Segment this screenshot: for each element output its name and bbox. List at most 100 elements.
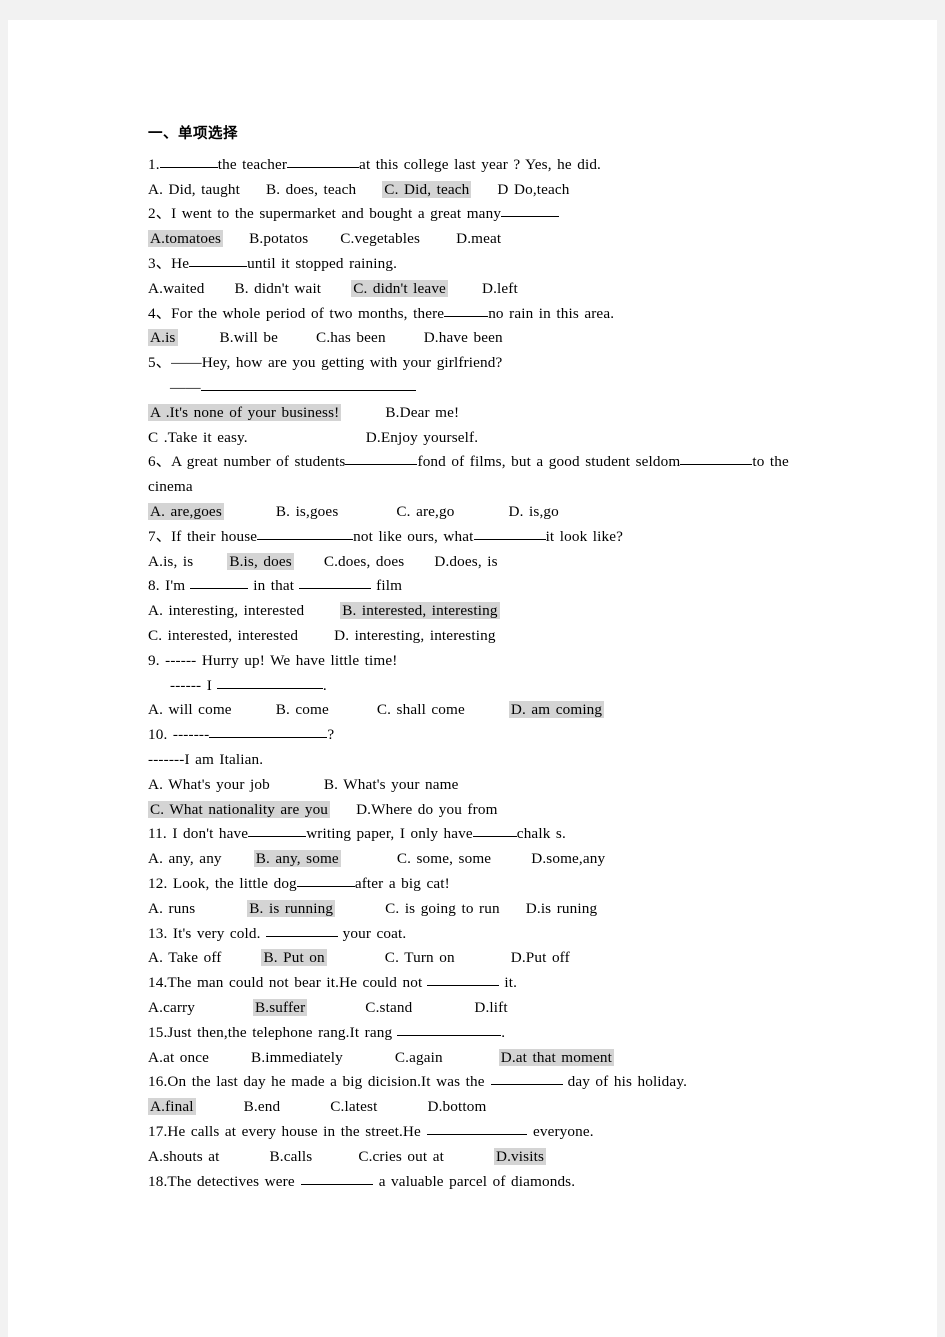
q12-option-d[interactable]: D.is runing (526, 900, 598, 917)
q5-blank-1 (200, 390, 416, 392)
q8-option-b[interactable]: B. interested, interesting (340, 602, 500, 620)
q12-option-a[interactable]: A. runs (148, 900, 195, 917)
q9-option-a[interactable]: A. will come (148, 701, 232, 718)
q9-option-b[interactable]: B. come (276, 701, 329, 718)
q9-reply-after: . (322, 676, 327, 694)
q13-option-a[interactable]: A. Take off (148, 949, 221, 966)
section-heading: 一、单项选择 (148, 126, 238, 142)
q6-option-a[interactable]: A. are,goes (148, 503, 224, 520)
q17-option-d[interactable]: D.visits (493, 1147, 547, 1165)
q4-option-b[interactable]: B.will be (220, 329, 279, 346)
question-8-options-row2: C. interested, interested D. interesting,… (148, 624, 848, 649)
q11-option-d[interactable]: D.some,any (531, 850, 605, 867)
q13-option-d[interactable]: D.Put off (511, 949, 570, 966)
question-6-options: A. are,goes B. is,goes C. are,go D. is,go (148, 500, 848, 525)
q2-option-a[interactable]: A.tomatoes (148, 230, 224, 248)
q2-option-d[interactable]: D.meat (456, 230, 501, 247)
q12-option-b[interactable]: B. is running (247, 899, 336, 917)
q8-stem-mid: in that (253, 577, 295, 595)
q10-option-b[interactable]: B. What's your name (324, 776, 459, 793)
q8-option-d[interactable]: D. interesting, interesting (334, 627, 495, 644)
q9-option-d[interactable]: D. am coming (508, 701, 605, 719)
q5-option-a[interactable]: A .It's none of your business! (148, 403, 342, 421)
question-5-options-row1: A .It's none of your business! B.Dear me! (148, 401, 848, 426)
q8-stem-before: 8. I'm (148, 577, 186, 595)
q10-option-c[interactable]: C. What nationality are you (148, 800, 331, 818)
question-5-options-row2: C .Take it easy. D.Enjoy yourself. (148, 426, 848, 451)
q3-option-a[interactable]: A.waited (148, 280, 204, 297)
question-1-options: A. Did, taught B. does, teach C. Did, teac… (148, 178, 848, 203)
q12-option-c[interactable]: C. is going to run (385, 900, 500, 917)
q16-option-d[interactable]: D.bottom (427, 1098, 486, 1115)
question-6-stem-wrap: cinema (148, 475, 848, 500)
q11-option-c[interactable]: C. some, some (397, 850, 491, 867)
q15-option-a[interactable]: A.at once (148, 1049, 209, 1066)
q18-blank-1 (300, 1183, 373, 1185)
question-2-stem: 2、I went to the supermarket and bought a… (148, 202, 848, 227)
q4-option-c[interactable]: C.has been (316, 329, 386, 346)
q14-option-c[interactable]: C.stand (365, 999, 412, 1016)
q8-option-c[interactable]: C. interested, interested (148, 627, 298, 644)
q10-reply-text: -------I am Italian. (148, 750, 264, 768)
q1-option-d[interactable]: D Do,teach (497, 181, 569, 198)
q9-option-c[interactable]: C. shall come (377, 701, 465, 718)
q11-option-b[interactable]: B. any, some (253, 850, 341, 868)
q7-option-a[interactable]: A.is, is (148, 553, 193, 570)
q2-option-b[interactable]: B.potatos (249, 230, 308, 247)
q11-blank-1 (248, 836, 307, 838)
q5-option-d[interactable]: D.Enjoy yourself. (366, 429, 478, 446)
question-3-options: A.waited B. didn't wait C. didn't leave D.l… (148, 277, 848, 302)
q4-option-d[interactable]: D.have been (424, 329, 503, 346)
q16-option-a[interactable]: A.final (148, 1098, 196, 1116)
q6-option-c[interactable]: C. are,go (396, 503, 454, 520)
q1-stem-mid: the teacher (217, 155, 288, 173)
q3-option-c[interactable]: C. didn't leave (351, 279, 448, 297)
q17-option-c[interactable]: C.cries out at (358, 1148, 444, 1165)
q7-option-b[interactable]: B.is, does (227, 552, 294, 570)
q13-option-b[interactable]: B. Put on (261, 949, 327, 967)
q1-option-c[interactable]: C. Did, teach (382, 180, 472, 198)
question-15-stem: 15.Just then,the telephone rang.It rang. (148, 1021, 848, 1046)
q16-option-b[interactable]: B.end (244, 1098, 281, 1115)
q1-option-a[interactable]: A. Did, taught (148, 181, 240, 198)
q15-option-c[interactable]: C.again (395, 1049, 443, 1066)
q15-stem-after: . (501, 1023, 506, 1041)
q6-option-d[interactable]: D. is,go (509, 503, 559, 520)
q3-stem-after: until it stopped raining. (247, 255, 398, 273)
q3-option-b[interactable]: B. didn't wait (234, 280, 321, 297)
q17-option-a[interactable]: A.shouts at (148, 1148, 220, 1165)
q18-stem-after: a valuable parcel of diamonds. (378, 1172, 576, 1190)
question-14-stem: 14.The man could not bear it.He could no… (148, 971, 848, 996)
q11-stem-before: 11. I don't have (148, 825, 249, 843)
question-17-stem: 17.He calls at every house in the street… (148, 1120, 848, 1145)
q5-option-c[interactable]: C .Take it easy. (148, 429, 248, 446)
q14-stem-after: it. (504, 974, 518, 992)
question-13-stem: 13. It's very cold. your coat. (148, 922, 848, 947)
q7-option-c[interactable]: C.does, does (324, 553, 405, 570)
q2-option-c[interactable]: C.vegetables (340, 230, 420, 247)
page-sheet: 一、单项选择 1. the teacher at this college last… (8, 20, 937, 1337)
q16-option-c[interactable]: C.latest (330, 1098, 377, 1115)
q5-stem: 5、——Hey, how are you getting with your g… (148, 354, 503, 372)
q13-stem-before: 13. It's very cold. (148, 924, 261, 942)
question-16-options: A.final B.end C.latest D.bottom (148, 1095, 848, 1120)
q3-option-d[interactable]: D.left (482, 280, 518, 297)
q14-option-d[interactable]: D.lift (474, 999, 507, 1016)
q1-option-b[interactable]: B. does, teach (266, 181, 356, 198)
q1-stem-after: at this college last year ? Yes, he did. (359, 155, 602, 173)
q5-reply-dash: —— (170, 379, 201, 397)
q15-option-d[interactable]: D.at that moment (498, 1048, 614, 1066)
q13-option-c[interactable]: C. Turn on (385, 949, 455, 966)
q6-option-b[interactable]: B. is,goes (276, 503, 339, 520)
q10-option-d[interactable]: D.Where do you from (356, 801, 497, 818)
q8-option-a[interactable]: A. interesting, interested (148, 602, 304, 619)
q14-option-a[interactable]: A.carry (148, 999, 195, 1016)
q4-option-a[interactable]: A.is (148, 329, 178, 347)
q7-option-d[interactable]: D.does, is (434, 553, 497, 570)
q17-option-b[interactable]: B.calls (270, 1148, 313, 1165)
q15-option-b[interactable]: B.immediately (251, 1049, 343, 1066)
q11-option-a[interactable]: A. any, any (148, 850, 222, 867)
q10-option-a[interactable]: A. What's your job (148, 776, 270, 793)
q14-option-b[interactable]: B.suffer (253, 998, 308, 1016)
q5-option-b[interactable]: B.Dear me! (385, 404, 459, 421)
